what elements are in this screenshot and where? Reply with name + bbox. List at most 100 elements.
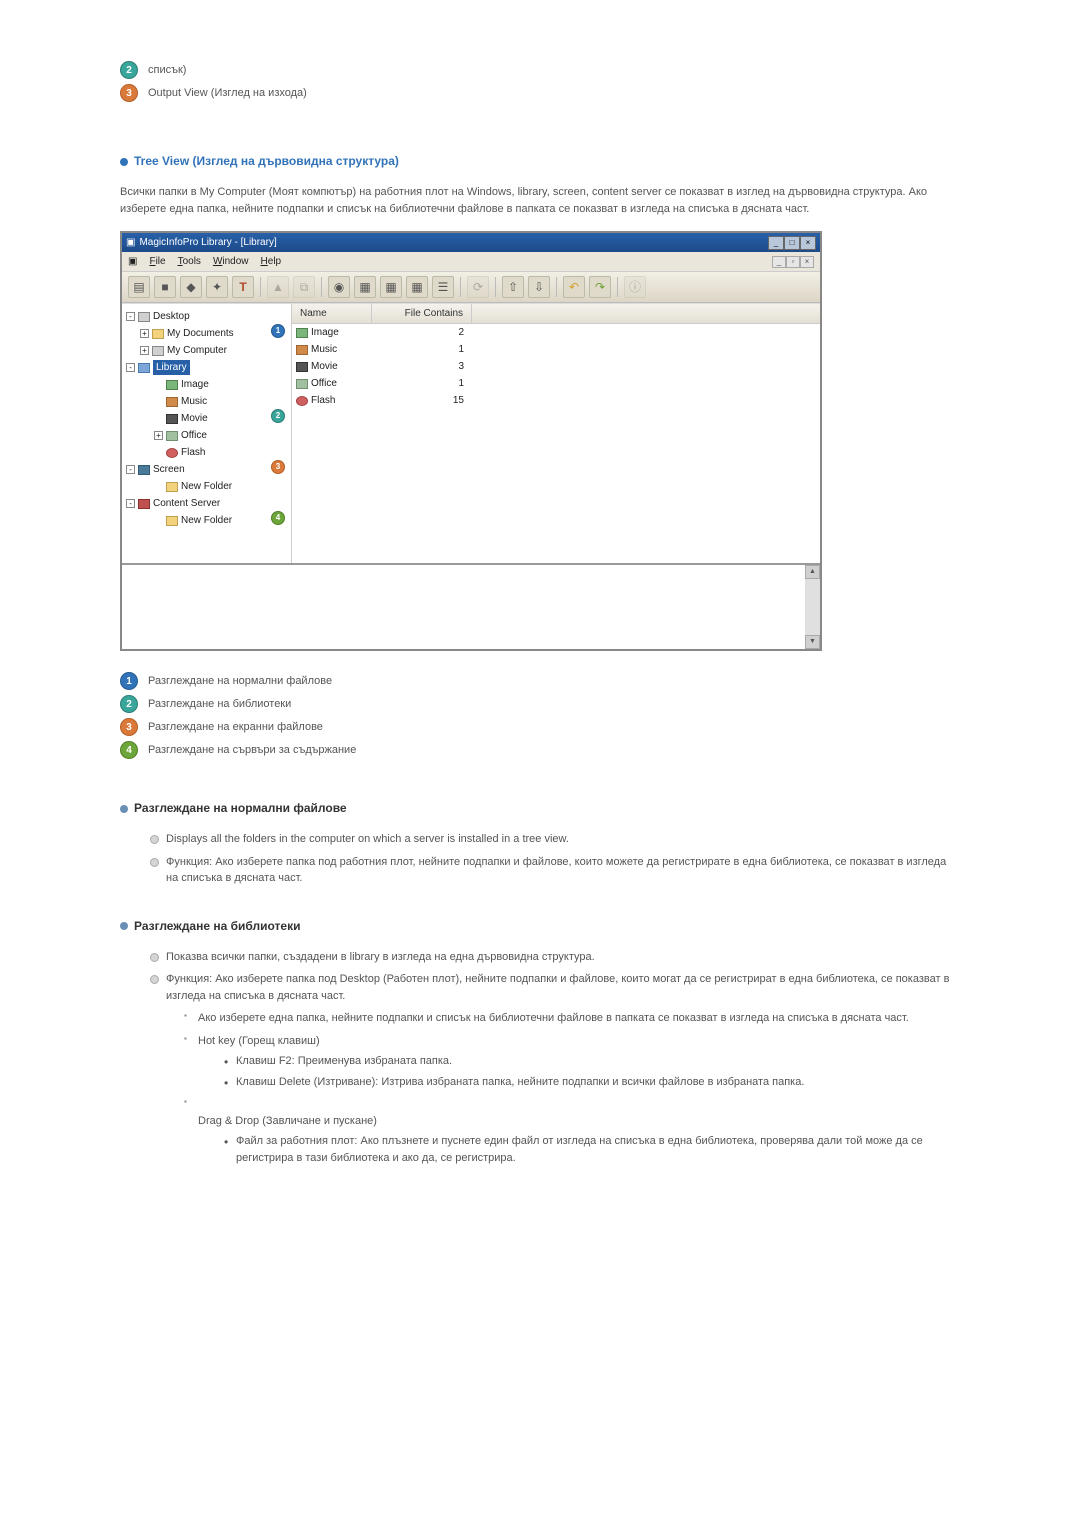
tree-node-office[interactable]: +Office <box>124 427 289 444</box>
maximize-button[interactable]: □ <box>784 236 800 250</box>
list-item: Клавиш F2: Преименува избраната папка. <box>224 1053 960 1070</box>
callout-marker-1: 1 <box>271 324 285 338</box>
toolbar-btn-redo[interactable]: ↷ <box>589 276 611 298</box>
row-contains: 3 <box>372 359 472 374</box>
tree-node-contentserver[interactable]: -Content Server <box>124 495 289 512</box>
child-close-button[interactable]: × <box>800 256 814 268</box>
legend-callout-list: 1Разглеждане на нормални файлове2Разглеж… <box>120 671 960 759</box>
callout-text: Разглеждане на библиотеки <box>148 694 291 713</box>
toolbar-btn-view[interactable]: ◉ <box>328 276 350 298</box>
list-row[interactable]: Office 1 <box>292 375 820 392</box>
callout-badge-2: 2 <box>120 61 138 79</box>
tree-node-newfolder[interactable]: New Folder <box>124 478 289 495</box>
output-panel: ▲ ▼ <box>122 563 820 649</box>
toolbar-btn-up[interactable]: ▲ <box>267 276 289 298</box>
toolbar-btn-a[interactable]: ▦ <box>354 276 376 298</box>
embedded-screenshot: ▣ MagicInfoPro Library - [Library] _ □ ×… <box>120 231 822 651</box>
list-item: Функция: Ако изберете папка под работния… <box>150 854 960 887</box>
callout-marker-2: 2 <box>271 409 285 423</box>
toolbar-btn-3[interactable]: ◆ <box>180 276 202 298</box>
tree-node-desktop[interactable]: -Desktop <box>124 308 289 325</box>
tree-panel: -Desktop +My Documents1 +My Computer -Li… <box>122 304 292 563</box>
toolbar-btn-4[interactable]: ✦ <box>206 276 228 298</box>
toolbar-separator <box>321 277 322 297</box>
window-titlebar: ▣ MagicInfoPro Library - [Library] _ □ × <box>122 233 820 252</box>
list-item: Ако изберете една папка, нейните подпапк… <box>184 1010 960 1027</box>
callout-row: 1 Разглеждане на нормални файлове <box>120 671 960 690</box>
tree-node-music[interactable]: Music <box>124 393 289 410</box>
callout-text: Разглеждане на нормални файлове <box>148 671 332 690</box>
list-item: Hot key (Горещ клавиш) Клавиш F2: Преиме… <box>184 1033 960 1091</box>
list-row[interactable]: Image2 <box>292 324 820 341</box>
child-minimize-button[interactable]: _ <box>772 256 786 268</box>
tree-node-flash[interactable]: Flash <box>124 444 289 461</box>
callout-badge: 1 <box>120 672 138 690</box>
toolbar-btn-1[interactable]: ▤ <box>128 276 150 298</box>
list-row[interactable]: Music 1 <box>292 341 820 358</box>
top-callout-list: 2 списък) 3 Output View (Изглед на изход… <box>120 60 960 102</box>
scroll-up-icon[interactable]: ▲ <box>805 565 820 579</box>
tree-node-mydocs[interactable]: +My Documents1 <box>124 325 289 342</box>
list-item: Функция: Ако изберете папка под Desktop … <box>150 971 960 1166</box>
list-item: Показва всички папки, създадени в librar… <box>150 949 960 966</box>
row-contains: 1 <box>372 376 472 391</box>
list-panel: Name File Contains Image2Music 1Movie3Off… <box>292 304 820 563</box>
window-title: MagicInfoPro Library - [Library] <box>139 235 276 250</box>
row-name: Office <box>311 376 337 391</box>
doc-icon: ▣ <box>128 254 137 269</box>
toolbar-btn-text[interactable]: T <box>232 276 254 298</box>
toolbar-btn-list[interactable]: ☰ <box>432 276 454 298</box>
list-header: Name File Contains <box>292 304 820 324</box>
list-row[interactable]: Movie3 <box>292 358 820 375</box>
sub-list: Ако изберете една папка, нейните подпапк… <box>166 1010 960 1166</box>
toolbar-btn-e[interactable]: ⇩ <box>528 276 550 298</box>
minimize-button[interactable]: _ <box>768 236 784 250</box>
menu-file[interactable]: FFileile <box>149 254 165 269</box>
col-name-header[interactable]: Name <box>292 304 372 323</box>
callout-badge: 3 <box>120 718 138 736</box>
section-title-tree-view: Tree View (Изглед на дървовидна структур… <box>120 152 960 170</box>
bullet-list: Displays all the folders in the computer… <box>120 831 960 887</box>
tree-node-library[interactable]: -Library <box>124 359 289 376</box>
toolbar-btn-d[interactable]: ⇧ <box>502 276 524 298</box>
callout-badge-3: 3 <box>120 84 138 102</box>
toolbar-btn-b[interactable]: ▦ <box>380 276 402 298</box>
toolbar-separator <box>617 277 618 297</box>
toolbar-btn-copy[interactable]: ⧉ <box>293 276 315 298</box>
callout-row: 4Разглеждане на сървъри за съдържание <box>120 740 960 759</box>
toolbar-btn-c[interactable]: ▦ <box>406 276 428 298</box>
toolbar-btn-undo[interactable]: ↶ <box>563 276 585 298</box>
tree-node-mycomp[interactable]: +My Computer <box>124 342 289 359</box>
subsection-title-normal: Разглеждане на нормални файлове <box>120 799 960 817</box>
toolbar-btn-2[interactable]: ■ <box>154 276 176 298</box>
menu-tools[interactable]: Tools <box>178 254 201 269</box>
callout-row: 3 Output View (Изглед на изхода) <box>120 83 960 102</box>
tree-node-screen[interactable]: -Screen3 <box>124 461 289 478</box>
scrollbar[interactable]: ▲ ▼ <box>805 565 820 649</box>
toolbar-separator <box>260 277 261 297</box>
row-contains: 1 <box>372 342 472 357</box>
col-contains-header[interactable]: File Contains <box>372 304 472 323</box>
callout-text: Разглеждане на сървъри за съдържание <box>148 740 356 759</box>
row-name: Music <box>311 342 337 357</box>
row-icon <box>296 328 308 338</box>
row-icon <box>296 362 308 372</box>
close-button[interactable]: × <box>800 236 816 250</box>
list-row[interactable]: Flash15 <box>292 392 820 409</box>
callout-text: Output View (Изглед на изхода) <box>148 83 307 102</box>
toolbar-btn-help[interactable]: ⓘ <box>624 276 646 298</box>
menu-window[interactable]: Window <box>213 254 249 269</box>
list-item: Displays all the folders in the computer… <box>150 831 960 848</box>
body-paragraph: Всички папки в My Computer (Моят компютъ… <box>120 184 960 217</box>
child-restore-button[interactable]: ▫ <box>786 256 800 268</box>
row-icon <box>296 379 308 389</box>
bullet-sub-list: Клавиш F2: Преименува избраната папка. К… <box>198 1053 960 1090</box>
bullet-sub-list: Файл за работния плот: Ако плъзнете и пу… <box>198 1133 960 1166</box>
tree-node-image[interactable]: Image <box>124 376 289 393</box>
tree-node-movie[interactable]: Movie2 <box>124 410 289 427</box>
menu-help[interactable]: Help <box>261 254 282 269</box>
scroll-down-icon[interactable]: ▼ <box>805 635 820 649</box>
toolbar-separator <box>556 277 557 297</box>
tree-node-newfolder2[interactable]: New Folder4 <box>124 512 289 529</box>
toolbar-btn-refresh[interactable]: ⟳ <box>467 276 489 298</box>
